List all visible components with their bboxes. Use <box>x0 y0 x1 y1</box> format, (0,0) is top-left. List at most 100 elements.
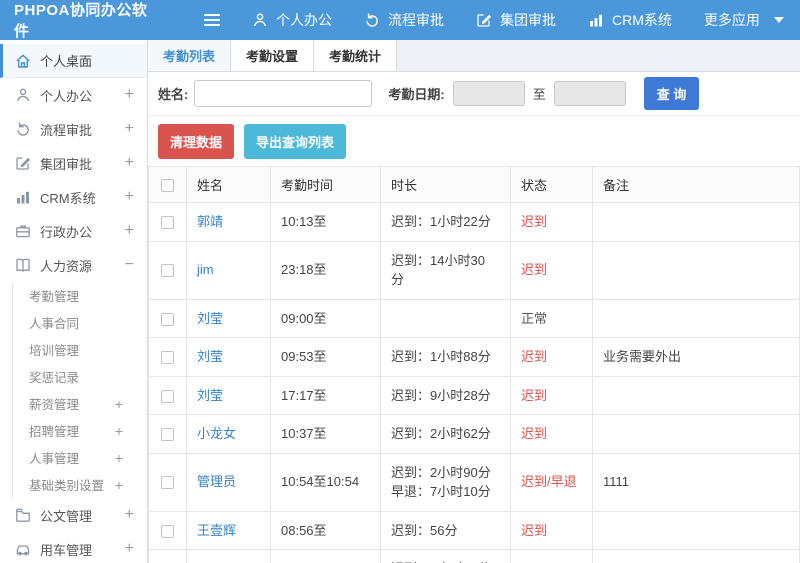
sidebar-subitem-recruit[interactable]: 招聘管理 + <box>13 417 147 444</box>
layout: 个人桌面 个人办公 + 流程审批 + 集团审批 + CRM系统 + 行政办公 + 人力资源 − 考勤管理人… <box>0 40 800 563</box>
edit-icon <box>15 155 31 171</box>
sidebar-item-hr[interactable]: 人力资源 − <box>0 248 147 282</box>
row-checkbox[interactable] <box>161 389 174 403</box>
attendance-time-cell: 09:53至 <box>270 337 381 377</box>
sidebar-item-admin-office[interactable]: 行政办公 + <box>0 214 147 248</box>
employee-name-link[interactable]: 小龙女 <box>197 426 236 441</box>
tab-attendance-list[interactable]: 考勤列表 <box>148 40 232 71</box>
user-icon <box>252 12 268 28</box>
checkbox-cell <box>148 549 187 563</box>
sidebar-item-desktop[interactable]: 个人桌面 <box>0 44 147 78</box>
duration-cell: 迟到：2小时90分 早退：7小时10分 <box>380 452 511 512</box>
attendance-time-cell: 23:18至 <box>270 240 381 300</box>
expand-icon[interactable]: + <box>125 541 134 557</box>
top-nav: 个人办公 流程审批 集团审批 CRM系统 更多应用 <box>220 10 784 30</box>
expand-icon[interactable]: + <box>125 121 134 137</box>
toolbar: 清理数据 导出查询列表 <box>148 116 800 166</box>
expand-icon[interactable]: + <box>125 507 134 523</box>
row-checkbox[interactable] <box>161 351 174 365</box>
date-to-input[interactable] <box>553 81 626 106</box>
name-filter-input[interactable] <box>194 80 373 107</box>
employee-name-link[interactable]: 管理员 <box>197 474 236 489</box>
sidebar-subitem-training[interactable]: 培训管理 <box>13 336 147 363</box>
attendance-time-cell: 13:20至13:20 <box>270 549 381 563</box>
employee-name-link[interactable]: 王壹辉 <box>197 523 236 538</box>
checkbox-cell <box>148 202 187 242</box>
clean-data-button[interactable]: 清理数据 <box>158 124 235 159</box>
employee-name-link[interactable]: 郭靖 <box>197 214 223 229</box>
book-icon <box>15 257 31 273</box>
topnav-item-personal-office[interactable]: 个人办公 <box>252 10 332 30</box>
expand-icon[interactable]: + <box>115 423 123 439</box>
employee-name-link[interactable]: jim <box>197 262 214 277</box>
sidebar-item-label: 集团审批 <box>40 156 93 172</box>
table-header-row: 姓名 考勤时间 时长 状态 备注 <box>148 166 800 203</box>
sidebar-item-personal-office[interactable]: 个人办公 + <box>0 78 147 112</box>
sidebar-item-crm-system[interactable]: CRM系统 + <box>0 180 147 214</box>
sidebar-subitem-contract[interactable]: 人事合同 <box>13 309 147 336</box>
checkbox-cell <box>148 240 187 300</box>
employee-name-link[interactable]: 刘莹 <box>197 388 223 403</box>
date-from-input[interactable] <box>452 81 525 106</box>
topnav-item-group-approval[interactable]: 集团审批 <box>476 10 556 30</box>
row-checkbox[interactable] <box>161 264 174 278</box>
expand-icon[interactable]: + <box>125 155 134 171</box>
name-cell: 刘莹 <box>186 337 271 377</box>
sidebar-subitem-salary[interactable]: 薪资管理 + <box>13 390 147 417</box>
checkbox-cell <box>148 298 187 338</box>
employee-name-link[interactable]: 刘莹 <box>197 349 223 364</box>
briefcase-icon <box>15 223 31 239</box>
attendance-time-cell: 10:13至 <box>270 202 381 242</box>
tab-strip: 考勤列表 考勤设置 考勤统计 <box>148 40 800 72</box>
row-checkbox[interactable] <box>161 524 174 538</box>
topnav-label: 流程审批 <box>388 12 444 28</box>
expand-icon[interactable]: + <box>125 87 134 103</box>
collapse-icon[interactable]: − <box>125 257 134 273</box>
date-to-label: 至 <box>532 87 546 102</box>
row-checkbox[interactable] <box>161 216 174 230</box>
chart-icon <box>588 12 604 28</box>
expand-icon[interactable]: + <box>115 450 123 466</box>
row-checkbox[interactable] <box>161 428 174 442</box>
select-all-checkbox[interactable] <box>161 179 174 193</box>
row-checkbox[interactable] <box>161 476 174 490</box>
topnav-item-crm-system[interactable]: CRM系统 <box>588 10 672 30</box>
expand-icon[interactable]: + <box>125 223 134 239</box>
submenu-hr: 考勤管理 人事合同 培训管理 奖惩记录 薪资管理 + 招聘管理 + 人事管理 + 基础类别设置 + <box>12 282 147 498</box>
menu-toggle-icon[interactable] <box>204 14 220 26</box>
table-row: 刘莹 09:00至 正常 <box>148 298 800 338</box>
sidebar-item-label: 个人办公 <box>40 88 93 104</box>
expand-icon[interactable]: + <box>125 189 134 205</box>
sidebar-item-doc-management[interactable]: 公文管理 + <box>0 498 147 532</box>
sidebar-item-vehicle-management[interactable]: 用车管理 + <box>0 532 147 563</box>
name-cell: 郭靖 <box>186 202 271 242</box>
status-cell: 迟到/早退 <box>510 549 593 563</box>
tab-attendance-stats[interactable]: 考勤统计 <box>314 40 398 71</box>
note-cell <box>592 414 800 454</box>
sidebar-item-label: CRM系统 <box>40 190 96 206</box>
topnav-label: 个人办公 <box>276 12 332 28</box>
sidebar-item-workflow-approval[interactable]: 流程审批 + <box>0 112 147 146</box>
sidebar-subitem-attendance[interactable]: 考勤管理 <box>13 282 147 309</box>
expand-icon[interactable]: + <box>115 477 123 493</box>
search-button[interactable]: 查 询 <box>643 77 700 110</box>
name-cell: 黄蓉 <box>186 549 271 563</box>
export-list-button[interactable]: 导出查询列表 <box>244 124 347 159</box>
employee-name-link[interactable]: 刘莹 <box>197 311 223 326</box>
sidebar-subitem-rewards[interactable]: 奖惩记录 <box>13 363 147 390</box>
sidebar-subitem-base-category[interactable]: 基础类别设置 + <box>13 471 147 498</box>
sidebar-item-label: 用车管理 <box>40 542 93 558</box>
topnav-item-workflow-approval[interactable]: 流程审批 <box>364 10 444 30</box>
sidebar-subitem-personnel[interactable]: 人事管理 + <box>13 444 147 471</box>
top-bar: PHPOA协同办公软件 个人办公 流程审批 集团审批 CRM系统 更多应用 <box>0 0 800 40</box>
expand-icon[interactable]: + <box>115 396 123 412</box>
chart-icon <box>15 189 31 205</box>
row-checkbox[interactable] <box>161 312 174 326</box>
sidebar-item-label: 行政办公 <box>40 224 93 240</box>
app-window: PHPOA协同办公软件 个人办公 流程审批 集团审批 CRM系统 更多应用 个人桌面 个人… <box>0 0 800 563</box>
topnav-item-more-apps[interactable]: 更多应用 <box>704 10 784 30</box>
table-row: 黄蓉13:20至13:20迟到：5小时33分 早退：4小时67分迟到/早退 <box>148 549 800 563</box>
tab-attendance-setup[interactable]: 考勤设置 <box>231 40 315 71</box>
sidebar-item-group-approval[interactable]: 集团审批 + <box>0 146 147 180</box>
status-cell: 迟到 <box>510 510 593 550</box>
